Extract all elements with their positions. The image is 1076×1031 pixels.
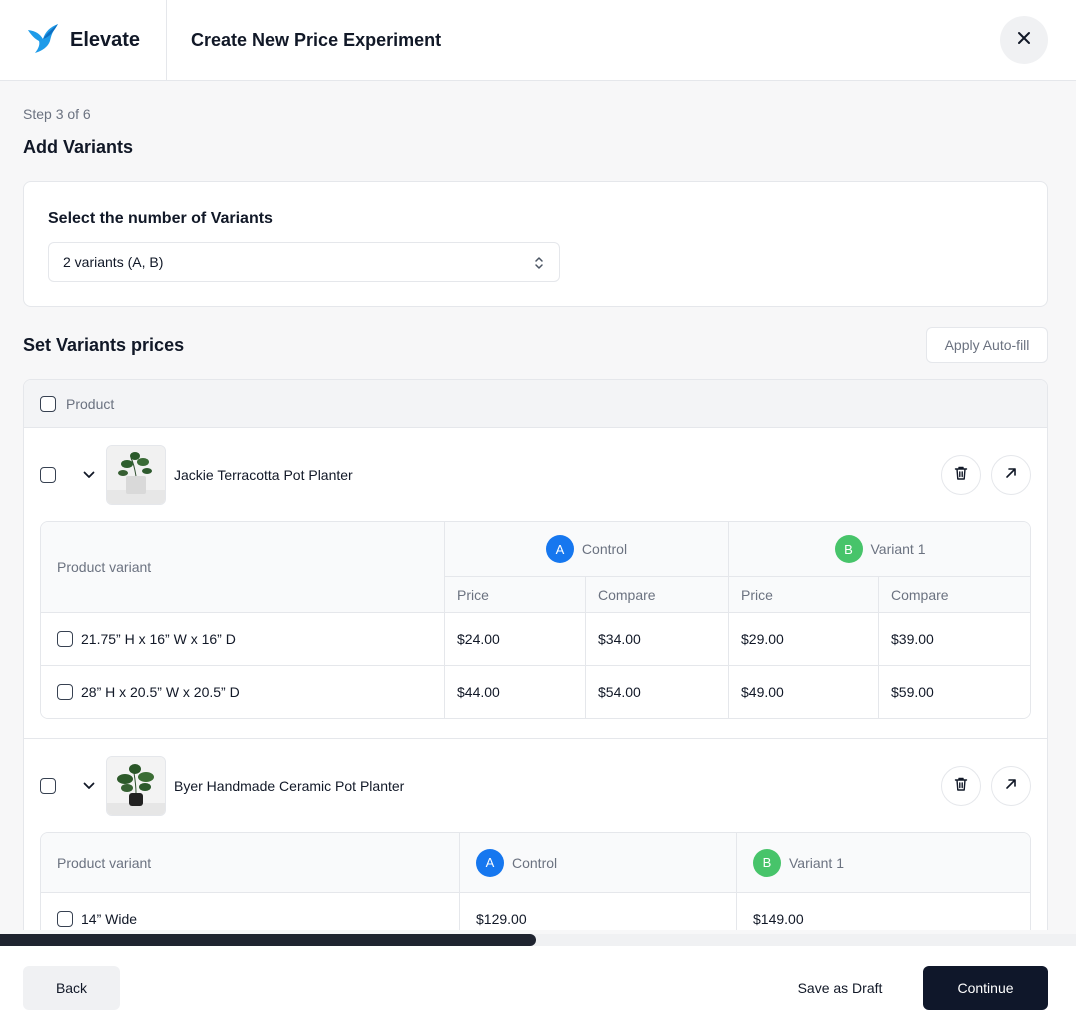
compare-cell[interactable]: $59.00 xyxy=(879,666,1030,718)
close-icon xyxy=(1017,31,1031,50)
price-cell[interactable]: $24.00 xyxy=(445,613,586,666)
compare-cell[interactable]: $54.00 xyxy=(586,666,729,718)
variant-name: 21.75” H x 16” W x 16” D xyxy=(81,631,236,647)
price-cell[interactable]: $29.00 xyxy=(729,613,879,666)
app-header: Elevate Create New Price Experiment xyxy=(0,0,1076,81)
save-draft-button[interactable]: Save as Draft xyxy=(780,966,900,1010)
column-header-product-variant: Product variant xyxy=(41,833,460,893)
product-item: Jackie Terracotta Pot Planter Product va… xyxy=(24,428,1047,739)
column-header-product: Product xyxy=(66,395,115,412)
variant1-label: Variant 1 xyxy=(789,854,844,871)
control-label: Control xyxy=(512,854,558,871)
brand-name: Elevate xyxy=(70,28,141,51)
variant-count-card: Select the number of Variants 2 variants… xyxy=(23,181,1048,307)
price-cell[interactable]: $44.00 xyxy=(445,666,586,718)
column-header-variant1: B Variant 1 xyxy=(737,833,1030,893)
compare-cell[interactable]: $34.00 xyxy=(586,613,729,666)
close-button[interactable] xyxy=(1000,16,1048,64)
horizontal-scrollbar[interactable] xyxy=(0,934,1076,946)
variant-row-label: 14” Wide xyxy=(41,893,460,930)
product-checkbox[interactable] xyxy=(40,466,56,483)
price-cell[interactable]: $49.00 xyxy=(729,666,879,718)
step-indicator: Step 3 of 6 xyxy=(23,106,91,122)
variant-count-value: 2 variants (A, B) xyxy=(63,254,164,270)
trash-icon xyxy=(953,465,969,486)
scrollbar-thumb[interactable] xyxy=(0,934,536,946)
back-button[interactable]: Back xyxy=(23,966,120,1010)
bird-logo-icon xyxy=(26,22,60,59)
variant-name: 28” H x 20.5” W x 20.5” D xyxy=(81,684,240,700)
variant-row-label: 28” H x 20.5” W x 20.5” D xyxy=(41,666,445,718)
arrow-up-right-icon xyxy=(1004,777,1018,796)
chevron-up-down-icon xyxy=(533,255,545,274)
variant-price-table: Product variant A Control B Variant 1 Pr… xyxy=(40,521,1031,719)
product-item: Byer Handmade Ceramic Pot Planter Produc… xyxy=(24,739,1047,930)
column-header-compare: Compare xyxy=(879,577,1030,613)
product-row: Byer Handmade Ceramic Pot Planter xyxy=(24,739,1047,832)
product-name: Byer Handmade Ceramic Pot Planter xyxy=(174,777,405,794)
chevron-down-icon[interactable] xyxy=(82,779,96,793)
compare-cell[interactable]: $39.00 xyxy=(879,613,1030,666)
product-variant-label: Product variant xyxy=(57,559,152,575)
product-row: Jackie Terracotta Pot Planter xyxy=(24,428,1047,521)
delete-product-button[interactable] xyxy=(941,766,981,806)
control-label: Control xyxy=(581,541,628,557)
column-header-variant1: B Variant 1 xyxy=(729,522,1030,577)
section-heading-set-prices: Set Variants prices xyxy=(23,335,185,355)
column-header-price: Price xyxy=(729,577,879,613)
chevron-down-icon[interactable] xyxy=(82,468,96,482)
delete-product-button[interactable] xyxy=(941,455,981,495)
variant-badge-a: A xyxy=(545,535,574,563)
price-cell[interactable]: $149.00 xyxy=(737,893,1030,930)
page-title: Create New Price Experiment xyxy=(191,29,442,50)
brand[interactable]: Elevate xyxy=(0,0,167,80)
column-header-price: Price xyxy=(445,577,586,613)
open-product-button[interactable] xyxy=(991,455,1031,495)
variant-checkbox[interactable] xyxy=(57,684,73,700)
variant-badge-b: B xyxy=(834,535,863,563)
open-product-button[interactable] xyxy=(991,766,1031,806)
apply-autofill-button[interactable]: Apply Auto-fill xyxy=(926,327,1048,363)
variant-count-select[interactable]: 2 variants (A, B) xyxy=(48,242,560,282)
arrow-up-right-icon xyxy=(1004,466,1018,485)
variant-checkbox[interactable] xyxy=(57,910,73,927)
footer-bar: Back Save as Draft Continue xyxy=(0,946,1076,1031)
products-table: Product Jackie Terracotta Pot Planter Pr… xyxy=(23,379,1048,930)
variant-count-label: Select the number of Variants xyxy=(48,210,273,227)
variant-price-table: Product variant A Control B Variant 1 14… xyxy=(40,832,1031,930)
variant-badge-a: A xyxy=(476,848,504,877)
product-checkbox[interactable] xyxy=(40,777,56,794)
variant-checkbox[interactable] xyxy=(57,631,73,647)
product-thumbnail xyxy=(106,444,166,505)
continue-button[interactable]: Continue xyxy=(923,966,1048,1010)
variant1-label: Variant 1 xyxy=(870,541,926,557)
variant-badge-b: B xyxy=(753,848,781,877)
variant-row-label: 21.75” H x 16” W x 16” D xyxy=(41,613,445,666)
column-header-control: A Control xyxy=(445,522,729,577)
select-all-checkbox[interactable] xyxy=(40,395,56,412)
column-header-compare: Compare xyxy=(586,577,729,613)
product-name: Jackie Terracotta Pot Planter xyxy=(174,466,353,483)
column-header-control: A Control xyxy=(460,833,737,893)
main-content: Step 3 of 6 Add Variants Select the numb… xyxy=(0,81,1076,930)
price-cell[interactable]: $129.00 xyxy=(460,893,737,930)
column-header-product-variant: Product variant xyxy=(41,522,445,613)
variant-name: 14” Wide xyxy=(81,910,138,927)
table-header: Product xyxy=(24,380,1047,428)
product-thumbnail xyxy=(106,755,166,816)
section-heading-add-variants: Add Variants xyxy=(23,137,134,157)
trash-icon xyxy=(953,776,969,797)
